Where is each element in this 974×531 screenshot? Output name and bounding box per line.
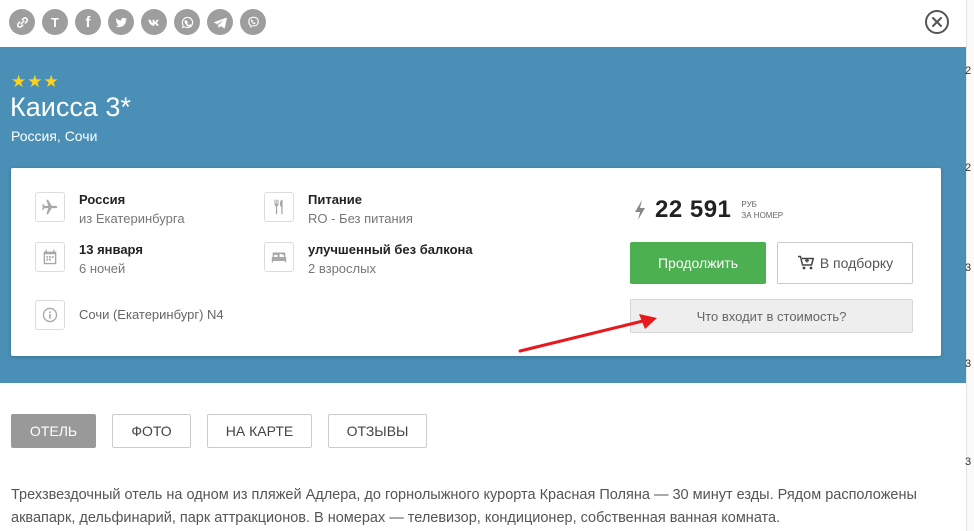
calendar-icon (35, 242, 65, 272)
tab-hotel[interactable]: ОТЕЛЬ (11, 414, 96, 448)
lightning-icon (635, 200, 645, 220)
cart-icon (797, 255, 814, 270)
whatsapp-icon[interactable] (174, 9, 200, 35)
meal-label: Питание (308, 192, 363, 207)
share-bar: T f (0, 0, 966, 47)
hotel-tabs: ОТЕЛЬ ФОТО НА КАРТЕ ОТЗЫВЫ (11, 414, 443, 448)
bed-icon (264, 242, 294, 272)
edge-number: 3 (965, 262, 972, 274)
price-value: 22 591 (655, 196, 732, 223)
t-letter-icon[interactable]: T (42, 9, 68, 35)
whats-included-button[interactable]: Что входит в стоимость? (630, 299, 913, 333)
hotel-description: Трехзвездочный отель на одном из пляжей … (11, 487, 917, 526)
price-block: 22 591 РУБ ЗА НОМЕР (633, 196, 783, 224)
hotel-title: Каисса 3* (10, 92, 131, 122)
fork-knife-icon (264, 192, 294, 222)
departure-city: из Екатеринбурга (79, 211, 185, 226)
meal-type: RO - Без питания (308, 211, 413, 226)
room-info: улучшенный без балкона 2 взрослых (264, 242, 473, 278)
close-icon (932, 17, 942, 27)
guests-count: 2 взрослых (308, 261, 376, 276)
date-info: 13 января 6 ночей (35, 242, 143, 278)
share-buttons: T f (9, 9, 266, 35)
edge-number: 3 (965, 456, 972, 468)
nights-count: 6 ночей (79, 261, 126, 276)
viber-icon[interactable] (240, 9, 266, 35)
airplane-icon (35, 192, 65, 222)
link-icon[interactable] (9, 9, 35, 35)
vk-icon[interactable] (141, 9, 167, 35)
facebook-icon[interactable]: f (75, 9, 101, 35)
price-currency: РУБ ЗА НОМЕР (741, 200, 784, 220)
edge-number: 2 (965, 65, 972, 77)
offer-card: Россия из Екатеринбурга Питание RO - Без… (11, 168, 941, 356)
twitter-icon[interactable] (108, 9, 134, 35)
close-button[interactable] (925, 10, 949, 34)
room-type: улучшенный без балкона (308, 242, 473, 257)
tab-reviews[interactable]: ОТЗЫВЫ (328, 414, 427, 448)
hotel-location: Россия, Сочи (11, 128, 98, 144)
edge-number: 3 (965, 358, 972, 370)
flight-route: Сочи (Екатеринбург) N4 (79, 307, 224, 322)
flight-info: Сочи (Екатеринбург) N4 (35, 300, 224, 330)
departure-date: 13 января (79, 242, 143, 257)
info-icon (35, 300, 65, 330)
telegram-icon[interactable] (207, 9, 233, 35)
continue-button[interactable]: Продолжить (630, 242, 766, 284)
tab-photo[interactable]: ФОТО (112, 414, 191, 448)
tab-map[interactable]: НА КАРТЕ (207, 414, 312, 448)
meal-info: Питание RO - Без питания (264, 192, 413, 228)
destination-country: Россия (79, 192, 126, 207)
add-to-selection-button[interactable]: В подборку (777, 242, 913, 284)
annotation-arrow (518, 314, 657, 353)
edge-number: 2 (965, 162, 972, 174)
hotel-stars: ★★★ (11, 72, 60, 91)
destination-info: Россия из Екатеринбурга (35, 192, 185, 228)
